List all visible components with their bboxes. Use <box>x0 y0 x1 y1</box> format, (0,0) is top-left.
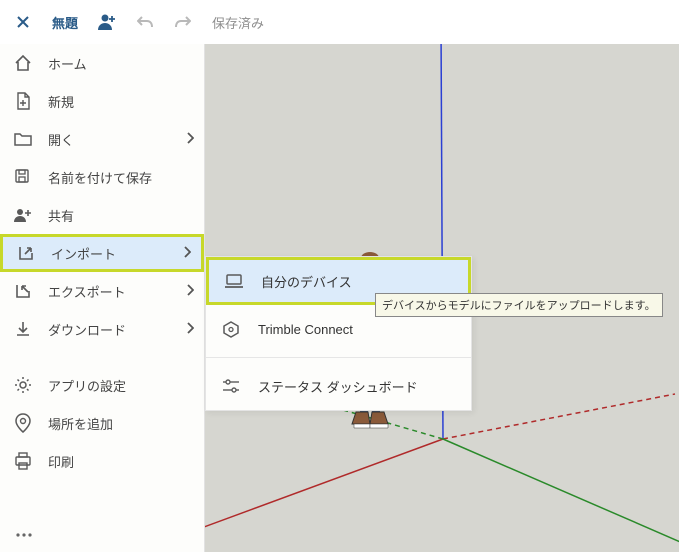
chevron-right-icon <box>186 132 194 147</box>
folder-icon <box>12 128 34 150</box>
menu-item-download[interactable]: ダウンロード <box>0 310 204 348</box>
ellipsis-icon <box>16 533 32 537</box>
document-title[interactable]: 無題 <box>44 13 86 32</box>
menu-label: 新規 <box>48 92 194 111</box>
laptop-icon <box>223 270 245 292</box>
top-toolbar: 無題 保存済み <box>0 0 679 44</box>
main-menu-panel: ホーム 新規 開く 名前を付けて保存 <box>0 44 205 552</box>
trimble-connect-icon <box>220 318 242 340</box>
import-icon <box>15 242 37 264</box>
menu-label: 開く <box>48 130 186 149</box>
redo-icon[interactable] <box>166 5 200 39</box>
chevron-right-icon <box>186 322 194 337</box>
undo-icon[interactable] <box>128 5 162 39</box>
close-icon[interactable] <box>6 5 40 39</box>
print-icon <box>12 450 34 472</box>
menu-label: 名前を付けて保存 <box>48 168 194 187</box>
menu-item-print[interactable]: 印刷 <box>0 442 204 480</box>
menu-item-save-as[interactable]: 名前を付けて保存 <box>0 158 204 196</box>
submenu-label: ステータス ダッシュボード <box>258 377 418 396</box>
menu-item-add-location[interactable]: 場所を追加 <box>0 404 204 442</box>
menu-label: 共有 <box>48 206 194 225</box>
save-as-icon <box>12 166 34 188</box>
menu-item-export[interactable]: エクスポート <box>0 272 204 310</box>
menu-label: ダウンロード <box>48 320 186 339</box>
menu-item-import[interactable]: インポート <box>0 234 204 272</box>
submenu-label: Trimble Connect <box>258 322 353 337</box>
save-status: 保存済み <box>204 13 272 32</box>
tooltip: デバイスからモデルにファイルをアップロードします。 <box>375 293 663 317</box>
submenu-label: 自分のデバイス <box>261 272 352 291</box>
chevron-right-icon <box>186 284 194 299</box>
download-icon <box>12 318 34 340</box>
chevron-right-icon <box>183 246 191 261</box>
new-file-icon <box>12 90 34 112</box>
sliders-icon <box>220 375 242 397</box>
menu-label: アプリの設定 <box>48 376 194 395</box>
menu-item-share[interactable]: 共有 <box>0 196 204 234</box>
menu-label: ホーム <box>48 54 194 73</box>
menu-item-home[interactable]: ホーム <box>0 44 204 82</box>
home-icon <box>12 52 34 74</box>
share-icon <box>12 204 34 226</box>
menu-label: 印刷 <box>48 452 194 471</box>
submenu-item-status-dashboard[interactable]: ステータス ダッシュボード <box>206 362 471 410</box>
menu-item-open[interactable]: 開く <box>0 120 204 158</box>
submenu-separator <box>206 357 471 358</box>
overflow-menu-button[interactable] <box>0 518 204 552</box>
add-user-icon[interactable] <box>90 5 124 39</box>
menu-label: インポート <box>51 244 183 263</box>
menu-item-app-settings[interactable]: アプリの設定 <box>0 366 204 404</box>
export-icon <box>12 280 34 302</box>
gear-icon <box>12 374 34 396</box>
menu-label: エクスポート <box>48 282 186 301</box>
location-pin-icon <box>12 412 34 434</box>
import-submenu: 自分のデバイス Trimble Connect ステータス ダッシュボード <box>205 256 472 411</box>
menu-label: 場所を追加 <box>48 414 194 433</box>
menu-item-new[interactable]: 新規 <box>0 82 204 120</box>
